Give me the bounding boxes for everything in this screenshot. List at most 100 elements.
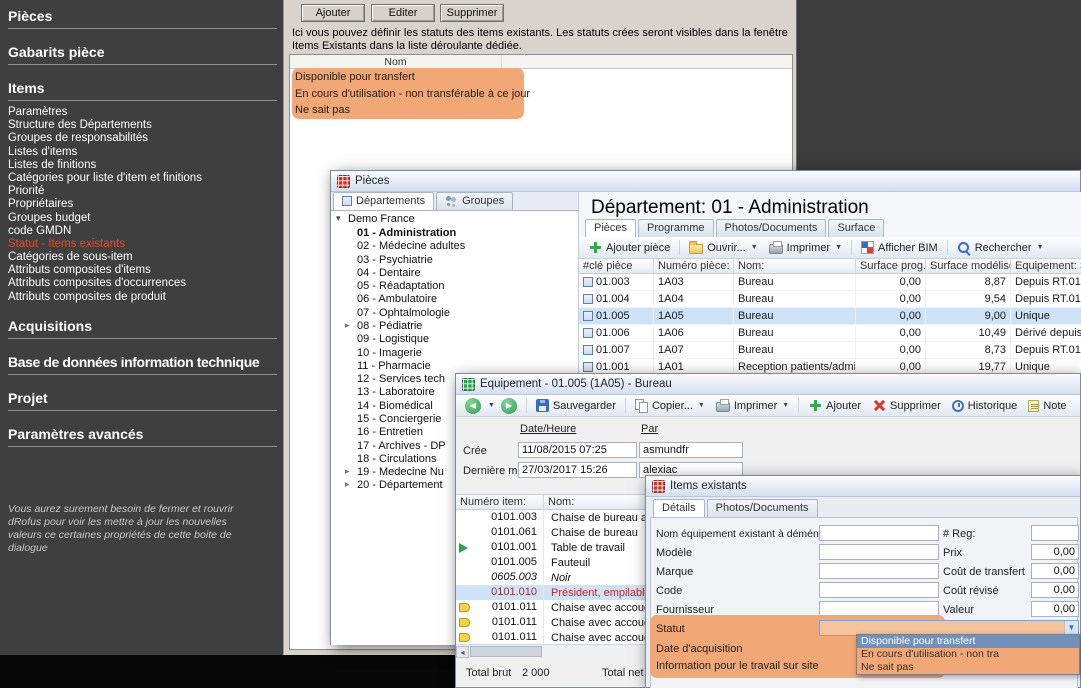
code-input[interactable] — [819, 582, 939, 598]
column-header-nom[interactable]: Nom — [290, 55, 502, 69]
open-button[interactable]: Ouvrir... ▼ — [684, 239, 762, 256]
tree-expander-root[interactable]: ▾ — [336, 213, 341, 224]
chevron-down-icon[interactable]: ▼ — [1064, 621, 1078, 635]
tree-node-20[interactable]: 20 - Département — [357, 479, 443, 491]
tab-programme[interactable]: Programme — [638, 219, 713, 237]
status-option-disponible[interactable]: Disponible pour transfert — [857, 635, 1079, 648]
brand-input[interactable] — [819, 563, 939, 579]
tab-details[interactable]: Détails — [653, 499, 705, 517]
sidebar-item-categories-liste-item-finitions[interactable]: Catégories pour liste d'item et finition… — [8, 172, 283, 185]
tree-node-05[interactable]: 05 - Réadaptation — [357, 280, 444, 292]
edit-status-button[interactable]: Editer — [371, 4, 435, 22]
tab-pieces[interactable]: Pièces — [585, 219, 636, 237]
column-header-numero-item[interactable]: Numéro item: — [456, 495, 544, 509]
history-button[interactable]: Historique — [947, 398, 1023, 414]
tree-root-demo-france[interactable]: Demo France — [348, 213, 415, 225]
column-header-surface-modelisee[interactable]: Surface modélisée — [926, 259, 1011, 273]
tab-surface[interactable]: Surface — [828, 219, 884, 237]
tree-node-04[interactable]: 04 - Dentaire — [357, 267, 421, 279]
scrollbar-thumb[interactable] — [470, 646, 542, 657]
chevron-down-icon[interactable]: ▼ — [488, 402, 495, 409]
status-option-en-cours[interactable]: En cours d'utilisation - non tra — [857, 648, 1079, 661]
tree-node-06[interactable]: 06 - Ambulatoire — [357, 293, 437, 305]
tree-node-09[interactable]: 09 - Logistique — [357, 333, 429, 345]
nav-forward-button[interactable]: ▶ — [496, 396, 522, 416]
sidebar-item-priorite[interactable]: Priorité — [8, 185, 283, 198]
tree-node-03[interactable]: 03 - Psychiatrie — [357, 254, 433, 266]
delete-status-button[interactable]: Supprimer — [440, 4, 504, 22]
sidebar-item-parametres[interactable]: Paramètres — [8, 106, 283, 119]
transfer-cost-input[interactable]: 0,00 — [1031, 563, 1079, 579]
add-status-button[interactable]: Ajouter — [301, 4, 365, 22]
tree-node-08[interactable]: 08 - Pédiatrie — [357, 320, 422, 332]
sidebar-item-code-gmdn[interactable]: code GMDN — [8, 225, 283, 238]
value-input[interactable]: 0,00 — [1031, 601, 1079, 617]
sidebar-item-listes-de-finitions[interactable]: Listes de finitions — [8, 159, 283, 172]
tree-node-12[interactable]: 12 - Services tech — [357, 373, 445, 385]
search-button[interactable]: Rechercher ▼ — [952, 239, 1049, 256]
room-row-01-005-selected[interactable]: 01.005 1A05 Bureau 0,00 9,00 Unique — [579, 308, 1081, 325]
pieces-titlebar[interactable]: Pièces — [331, 171, 1080, 192]
note-button[interactable]: Note — [1023, 398, 1071, 414]
copy-button[interactable]: Copier... ▼ — [630, 397, 710, 414]
tree-node-14[interactable]: 14 - Biomédical — [357, 400, 433, 412]
room-row-01-003[interactable]: 01.003 1A03 Bureau 0,00 8,87 Depuis RT.0… — [579, 274, 1081, 291]
sidebar-item-listes-d-items[interactable]: Listes d'items — [8, 146, 283, 159]
sidebar-item-groupes-budget[interactable]: Groupes budget — [8, 212, 283, 225]
tree-node-15[interactable]: 15 - Conciergerie — [357, 413, 441, 425]
revised-cost-input[interactable]: 0,00 — [1031, 582, 1079, 598]
tree-node-01-administration[interactable]: 01 - Administration — [357, 227, 456, 239]
status-row-ne-sait-pas[interactable]: Ne sait pas — [290, 102, 792, 119]
sidebar-item-statut-items-existants[interactable]: Statut - Items existants — [8, 238, 283, 251]
sidebar-heading-parametres-avances[interactable]: Paramètres avancés — [8, 424, 277, 447]
column-header-equipement-statut[interactable]: Equipement: Sta — [1011, 259, 1081, 273]
reg-input[interactable] — [1031, 525, 1079, 541]
room-row-01-007[interactable]: 01.007 1A07 Bureau 0,00 8,73 Depuis RT.0… — [579, 342, 1081, 359]
delete-button[interactable]: Supprimer — [867, 397, 946, 414]
print-button[interactable]: Imprimer ▼ — [764, 239, 847, 256]
status-row-disponible[interactable]: Disponible pour transfert — [290, 69, 792, 86]
add-room-button[interactable]: Ajouter pièce — [583, 239, 675, 256]
sidebar-item-structure-des-departements[interactable]: Structure des Départements — [8, 119, 283, 132]
column-header-cle-piece[interactable]: #clé pièce — [579, 259, 654, 273]
tree-node-18[interactable]: 18 - Circulations — [357, 453, 436, 465]
print-button[interactable]: Imprimer ▼ — [711, 397, 794, 414]
scroll-left-button[interactable]: ◂ — [456, 646, 469, 658]
modified-datetime-field[interactable]: 27/03/2017 15:26 — [518, 462, 637, 478]
name-to-move-input[interactable] — [819, 525, 939, 541]
equipment-titlebar[interactable]: Equipement - 01.005 (1A05) - Bureau — [456, 374, 1080, 395]
sidebar-item-attributs-composites-occurrences[interactable]: Attributs composites d'occurrences — [8, 277, 283, 290]
show-bim-button[interactable]: Afficher BIM — [856, 239, 943, 256]
tree-node-11[interactable]: 11 - Pharmacie — [357, 360, 431, 372]
tab-groupes[interactable]: Groupes — [436, 192, 513, 210]
status-option-ne-sait-pas[interactable]: Ne sait pas — [857, 661, 1079, 674]
sidebar-item-attributs-composites-produit[interactable]: Attributs composites de produit — [8, 291, 283, 304]
tree-expander-08[interactable]: ▸ — [345, 320, 350, 331]
sidebar-heading-base-de-donnees[interactable]: Base de données information technique — [8, 352, 277, 375]
tab-departements[interactable]: Départements — [333, 192, 434, 210]
sidebar-item-proprietaires[interactable]: Propriétaires — [8, 198, 283, 211]
tree-node-07[interactable]: 07 - Ophtalmologie — [357, 307, 450, 319]
status-row-en-cours[interactable]: En cours d'utilisation - non transférabl… — [290, 86, 792, 103]
tree-expander-20[interactable]: ▸ — [345, 479, 350, 490]
created-by-field[interactable]: asmundfr — [639, 442, 743, 458]
tree-expander-19[interactable]: ▸ — [345, 466, 350, 477]
column-header-numero-piece[interactable]: Numéro pièce: — [654, 259, 734, 273]
tab-photos-documents[interactable]: Photos/Documents — [707, 499, 818, 517]
created-datetime-field[interactable]: 11/08/2015 07:25 — [518, 442, 637, 458]
sidebar-heading-gabarits-piece[interactable]: Gabarits pièce — [8, 42, 277, 65]
sidebar-item-groupes-de-responsabilites[interactable]: Groupes de responsabilités — [8, 132, 283, 145]
tree-node-13[interactable]: 13 - Laboratoire — [357, 386, 435, 398]
sidebar-heading-projet[interactable]: Projet — [8, 388, 277, 411]
column-header-nom[interactable]: Nom: — [734, 259, 856, 273]
nav-back-button[interactable]: ◀ — [460, 396, 486, 416]
sidebar-heading-items[interactable]: Items — [8, 78, 277, 101]
tree-node-02[interactable]: 02 - Médecine adultes — [357, 240, 465, 252]
sidebar-heading-acquisitions[interactable]: Acquisitions — [8, 316, 277, 339]
model-input[interactable] — [819, 544, 939, 560]
sidebar-item-categories-de-sous-item[interactable]: Catégories de sous-item — [8, 251, 283, 264]
add-button[interactable]: Ajouter — [803, 397, 866, 414]
save-button[interactable]: Sauvegarder — [531, 397, 621, 414]
tab-photos-documents[interactable]: Photos/Documents — [716, 219, 827, 237]
price-input[interactable]: 0,00 — [1031, 544, 1079, 560]
